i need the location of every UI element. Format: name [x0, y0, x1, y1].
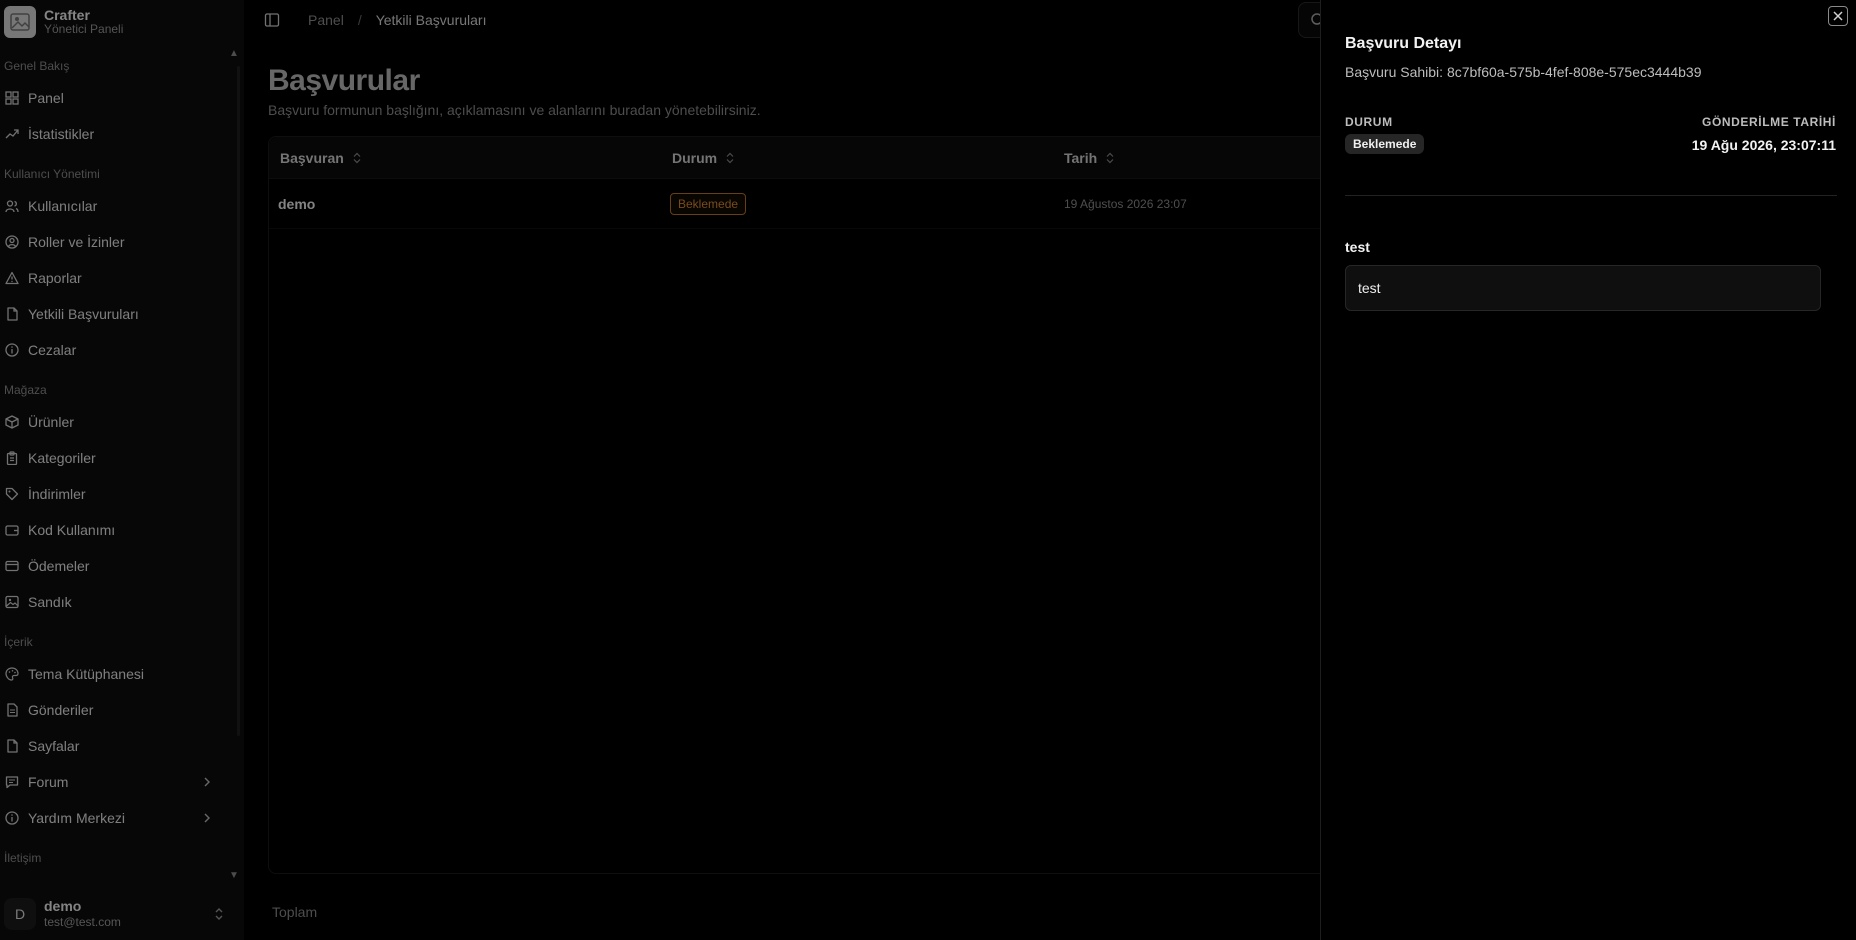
- field-answer: test: [1345, 265, 1821, 311]
- field-label: test: [1345, 239, 1370, 255]
- sent-date-value: 19 Ağu 2026, 23:07:11: [1691, 137, 1836, 153]
- status-label: DURUM: [1345, 115, 1393, 129]
- close-icon: [1833, 11, 1843, 21]
- application-owner: Başvuru Sahibi: 8c7bf60a-575b-4fef-808e-…: [1345, 64, 1702, 80]
- divider: [1345, 195, 1837, 196]
- panel-title: Başvuru Detayı: [1345, 35, 1462, 52]
- modal-overlay[interactable]: [0, 0, 1320, 940]
- close-button[interactable]: [1828, 6, 1848, 26]
- status-badge: Beklemede: [1345, 134, 1425, 154]
- application-detail-panel: Başvuru Detayı Başvuru Sahibi: 8c7bf60a-…: [1320, 0, 1856, 940]
- sent-date-label: GÖNDERİLME TARİHİ: [1702, 115, 1836, 129]
